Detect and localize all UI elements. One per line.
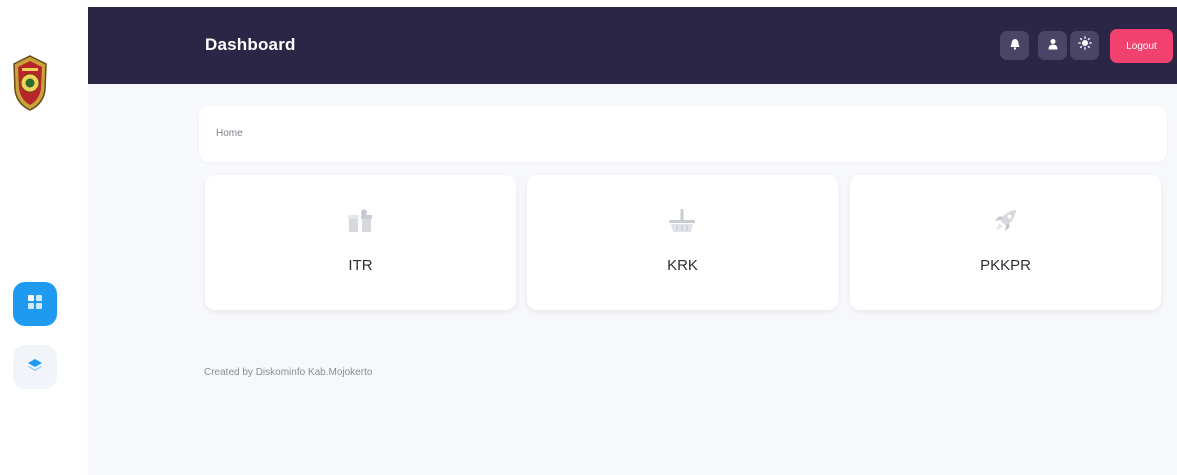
breadcrumb: Home: [199, 106, 1167, 162]
layers-icon: [27, 357, 43, 378]
menu-card-label: PKKPR: [980, 257, 1031, 274]
page-title: Dashboard: [205, 35, 296, 54]
basket-icon: [666, 207, 698, 235]
rocket-icon: [989, 207, 1021, 235]
breadcrumb-home[interactable]: Home: [216, 128, 243, 139]
top-navbar: Dashboard Logout: [88, 7, 1177, 84]
user-icon: [1047, 37, 1059, 55]
dashboard-grid-icon: [27, 294, 43, 315]
bell-icon: [1009, 37, 1021, 55]
theme-toggle-button[interactable]: [1070, 31, 1099, 60]
menu-card-label: KRK: [667, 257, 698, 274]
footer: Created by Diskominfo Kab.Mojokerto: [204, 367, 372, 378]
gift-icon: [344, 207, 376, 235]
logout-button[interactable]: Logout: [1110, 29, 1173, 63]
menu-card-krk[interactable]: KRK: [527, 175, 838, 310]
footer-credit[interactable]: Diskominfo Kab.Mojokerto: [256, 367, 373, 378]
sidebar: [0, 0, 88, 475]
menu-card-pkkpr[interactable]: PKKPR: [850, 175, 1161, 310]
main-content: Dashboard Logout Home ITR KRK PKKPR Crea…: [88, 7, 1177, 475]
user-profile-button[interactable]: [1038, 31, 1067, 60]
sun-icon: [1077, 36, 1092, 55]
sidebar-item-layers[interactable]: [13, 345, 57, 389]
notification-button[interactable]: [1000, 31, 1029, 60]
menu-card-label: ITR: [348, 257, 373, 274]
menu-card-itr[interactable]: ITR: [205, 175, 516, 310]
footer-prefix: Created by: [204, 367, 253, 378]
regency-crest-logo[interactable]: [10, 54, 50, 112]
sidebar-item-dashboard[interactable]: [13, 282, 57, 326]
